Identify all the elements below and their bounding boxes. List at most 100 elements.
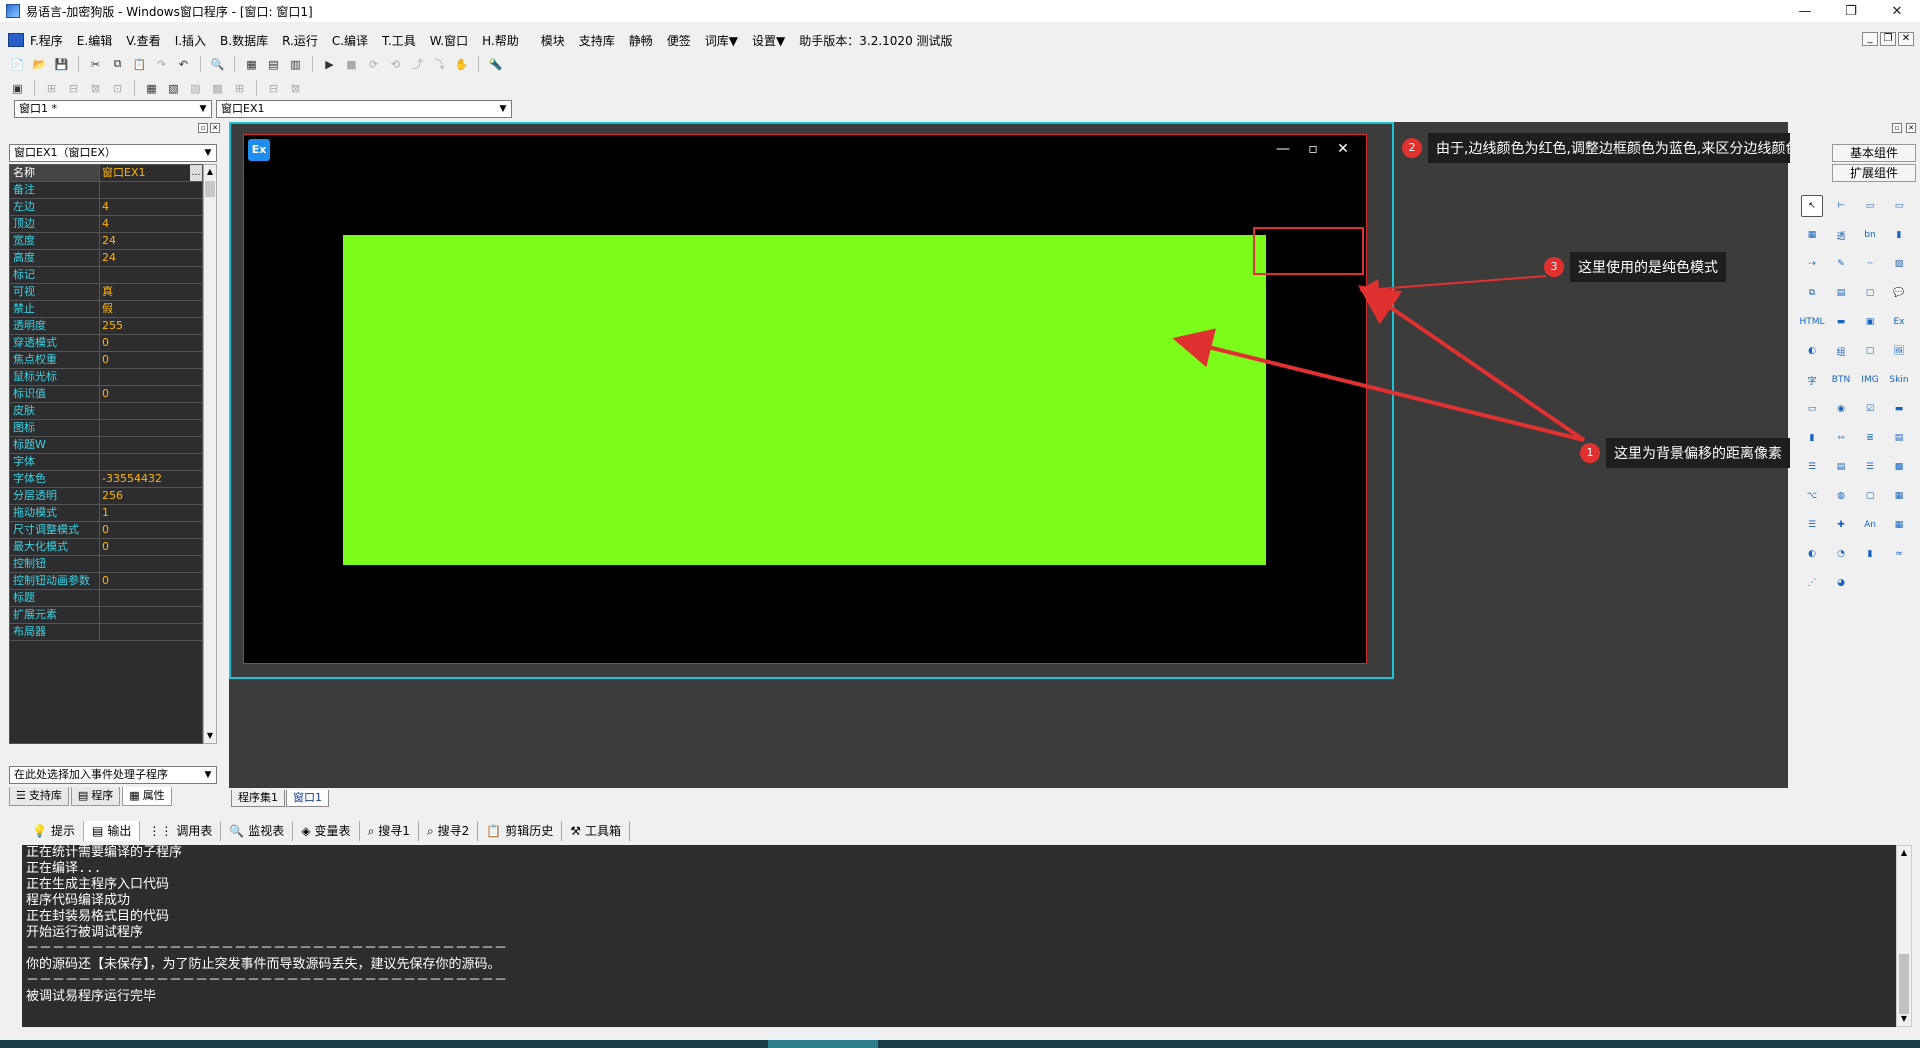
ex-tool-icon[interactable]: Ex	[1888, 311, 1910, 333]
property-value[interactable]: 4	[100, 199, 202, 215]
progress-tool-icon[interactable]: ▮	[1888, 224, 1910, 246]
datagrid-tool-icon[interactable]: ▦	[1888, 514, 1910, 536]
minimize-button[interactable]: —	[1782, 0, 1828, 22]
property-value[interactable]	[100, 267, 202, 283]
property-row[interactable]: 扩展元素	[10, 607, 202, 624]
open-file-icon[interactable]: 📂	[30, 55, 49, 73]
property-value[interactable]: 0	[100, 539, 202, 555]
property-value[interactable]: 256	[100, 488, 202, 504]
combo-tool-icon[interactable]: ▭	[1801, 398, 1823, 420]
flashlight-icon[interactable]: 🔦	[486, 55, 505, 73]
property-row[interactable]: 宽度 24	[10, 233, 202, 250]
same-height-icon[interactable]: ⊠	[286, 79, 305, 97]
stop-icon[interactable]: ■	[342, 55, 361, 73]
align-left-icon[interactable]: ⊞	[42, 79, 61, 97]
menu-edit[interactable]: E.编辑	[77, 32, 112, 49]
property-value[interactable]	[100, 437, 202, 453]
color-tool-icon[interactable]: ▩	[1888, 456, 1910, 478]
property-value[interactable]	[100, 182, 202, 198]
menu-database[interactable]: B.数据库	[220, 32, 268, 49]
tree-tool-icon[interactable]: ⊢	[1830, 195, 1852, 217]
tab-watch[interactable]: 🔍 监视表	[221, 821, 294, 841]
calendar-tool-icon[interactable]: ▢	[1859, 340, 1881, 362]
ex-maximize-icon[interactable]: ▫	[1298, 137, 1328, 163]
property-row[interactable]: 穿透模式 0	[10, 335, 202, 352]
property-value[interactable]: 真	[100, 284, 202, 300]
property-value[interactable]: -33554432	[100, 471, 202, 487]
property-row[interactable]: 可视真	[10, 284, 202, 301]
scroll-up-icon[interactable]: ▲	[1898, 846, 1910, 860]
property-row[interactable]: 字体色 -33554432	[10, 471, 202, 488]
property-value[interactable]: 4	[100, 216, 202, 232]
listbox-tool-icon[interactable]: ☰	[1859, 456, 1881, 478]
menu-notes[interactable]: 便签	[667, 32, 691, 49]
cut-icon[interactable]: ✂	[86, 55, 105, 73]
property-row[interactable]: 标记	[10, 267, 202, 284]
property-value[interactable]	[100, 624, 202, 640]
property-row[interactable]: 焦点权重 0	[10, 352, 202, 369]
window-list-icon[interactable]: ▥	[286, 55, 305, 73]
document-icon[interactable]	[8, 33, 24, 47]
scatter-tool-icon[interactable]: ⋰	[1801, 572, 1823, 594]
property-value[interactable]: 1	[100, 505, 202, 521]
line-tool-icon[interactable]: ┄	[1859, 253, 1881, 275]
property-row[interactable]: 鼠标光标	[10, 369, 202, 386]
form-icon[interactable]: ▣	[8, 79, 27, 97]
align-bottom-icon[interactable]: ⊡	[108, 79, 127, 97]
menu-tool-icon[interactable]: ☰	[1801, 456, 1823, 478]
menu-tools[interactable]: T.工具	[382, 32, 416, 49]
tab-output[interactable]: ▤ 输出	[83, 821, 141, 841]
image-tool-icon[interactable]: ▨	[1888, 253, 1910, 275]
tab-search2[interactable]: ⌕ 搜寻2	[419, 821, 479, 841]
window-select-combo[interactable]: 窗口1 * ▼	[14, 100, 212, 118]
html-tool-icon[interactable]: HTML	[1799, 311, 1824, 333]
mdi-close-button[interactable]: ✕	[1898, 32, 1914, 46]
wave-tool-icon[interactable]: ≈	[1888, 543, 1910, 565]
step-into-icon[interactable]: ⤴	[408, 55, 427, 73]
puzzle-tool-icon[interactable]: ✚	[1830, 514, 1852, 536]
object-combo[interactable]: 窗口EX1（窗口EX） ▼	[9, 144, 217, 162]
toggle-tool-icon[interactable]: ◐	[1801, 543, 1823, 565]
drop-tool-icon[interactable]: ◐	[1801, 340, 1823, 362]
panel-icon[interactable]: ▤	[264, 55, 283, 73]
folder-tool-icon[interactable]: ▢	[1859, 282, 1881, 304]
pointer-tool-icon[interactable]: ↖	[1801, 195, 1823, 217]
chat-tool-icon[interactable]: 💬	[1888, 282, 1910, 304]
menu-module[interactable]: 模块	[541, 32, 565, 49]
property-value[interactable]	[100, 590, 202, 606]
bar-chart-tool-icon[interactable]: ▮	[1859, 543, 1881, 565]
output-scrollbar[interactable]: ▲ ▼	[1896, 845, 1912, 1027]
menu-thesaurus[interactable]: 词库▼	[705, 32, 738, 49]
matrix-tool-icon[interactable]: ▦	[1888, 485, 1910, 507]
group-tool-icon[interactable]: 组	[1830, 340, 1852, 362]
tab-search1[interactable]: ⌕ 搜寻1	[360, 821, 419, 841]
img-tool-icon[interactable]: IMG	[1859, 369, 1881, 391]
redo-icon[interactable]: ↷	[152, 55, 171, 73]
property-row[interactable]: 最大化模式 0	[10, 539, 202, 556]
property-row[interactable]: 标题	[10, 590, 202, 607]
property-value[interactable]: 255	[100, 318, 202, 334]
menu-run[interactable]: R.运行	[282, 32, 318, 49]
step-out-icon[interactable]: ⤵	[430, 55, 449, 73]
edit-tool-icon[interactable]: ▭	[1859, 195, 1881, 217]
layout-icon[interactable]: ▦	[242, 55, 261, 73]
radio-tool-icon[interactable]: ◉	[1830, 398, 1852, 420]
split-tool-icon[interactable]: ⇢	[1801, 253, 1823, 275]
scroll-down-icon[interactable]: ▼	[204, 729, 216, 743]
scroll-down-icon[interactable]: ▼	[1898, 1012, 1910, 1026]
menu-compile[interactable]: C.编译	[332, 32, 368, 49]
menu-help[interactable]: H.帮助	[482, 32, 519, 49]
property-scrollbar[interactable]: ▲ ▼	[203, 164, 217, 744]
property-row[interactable]: 名称 窗口EX1…	[10, 165, 202, 182]
space-h-icon[interactable]: ▨	[186, 79, 205, 97]
property-value[interactable]	[100, 403, 202, 419]
property-value[interactable]: 24	[100, 250, 202, 266]
mdi-minimize-button[interactable]: _	[1862, 32, 1878, 46]
property-value[interactable]: 0	[100, 352, 202, 368]
property-row[interactable]: 禁止假	[10, 301, 202, 318]
property-value[interactable]	[100, 454, 202, 470]
frame-tool-icon[interactable]: ▣	[1859, 311, 1881, 333]
save-icon[interactable]: 💾	[52, 55, 71, 73]
form-frame[interactable]: Ex — ▫ ✕	[229, 122, 1394, 679]
event-combo[interactable]: 在此处选择加入事件处理子程序 ▼	[9, 766, 217, 784]
